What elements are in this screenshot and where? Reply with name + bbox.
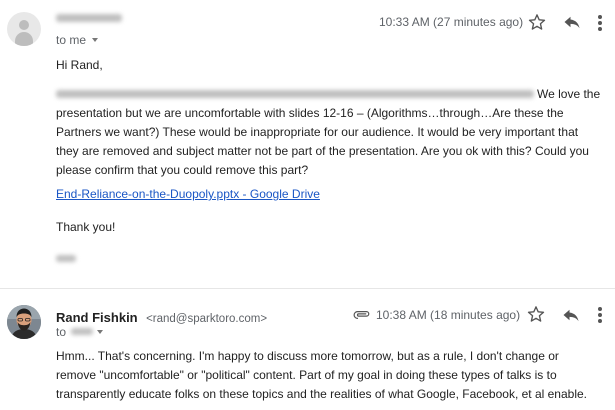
recipient-dropdown-2[interactable]: to — [56, 325, 104, 339]
redacted-recipient — [71, 328, 94, 335]
reply-icon[interactable] — [562, 307, 580, 323]
avatar-body-shape — [15, 32, 33, 46]
drive-file-link[interactable]: End-Reliance-on-the-Duopoly.pptx - Googl… — [56, 187, 320, 201]
reply-icon[interactable] — [563, 14, 581, 30]
message-paragraph: We love the presentation but we are unco… — [56, 87, 601, 177]
closing-text: Thank you! — [56, 220, 116, 234]
attachment-link-row: End-Reliance-on-the-Duopoly.pptx - Googl… — [56, 185, 601, 204]
avatar-photo-icon — [7, 305, 41, 339]
redacted-signature — [56, 255, 76, 262]
star-icon[interactable] — [528, 13, 546, 31]
greeting: Hi Rand, — [56, 58, 103, 72]
attachment-icon — [353, 311, 370, 319]
avatar-head-shape — [19, 20, 29, 30]
chevron-down-icon — [92, 38, 99, 42]
message-body-2: Hmm... That's concerning. I'm happy to d… — [56, 347, 601, 404]
message-divider — [0, 288, 615, 289]
redacted-sender-name — [56, 14, 122, 22]
email-message-1: to me 10:33 AM (27 minutes ago) Hi Rand,… — [0, 0, 615, 288]
message-body: Hi Rand, — [56, 56, 601, 75]
sender-name[interactable]: Rand Fishkin — [56, 310, 138, 325]
message-paragraph-container: We love the presentation but we are unco… — [56, 85, 601, 180]
closing-row: Thank you! — [56, 218, 601, 237]
chevron-down-icon — [97, 330, 104, 334]
avatar-placeholder[interactable] — [7, 12, 41, 46]
star-icon[interactable] — [527, 305, 545, 323]
reply-paragraph: Hmm... That's concerning. I'm happy to d… — [56, 349, 587, 401]
more-vert-icon[interactable] — [597, 306, 603, 324]
message-timestamp-2: 10:38 AM (18 minutes ago) — [376, 308, 521, 322]
more-vert-icon[interactable] — [597, 14, 603, 32]
recipient-label: to me — [56, 33, 87, 47]
message-timestamp: 10:33 AM (27 minutes ago) — [379, 15, 524, 29]
avatar[interactable] — [7, 305, 41, 339]
recipient-dropdown[interactable]: to me — [56, 33, 99, 47]
sender-email: <rand@sparktoro.com> — [146, 313, 268, 325]
recipient-label-2: to — [56, 325, 67, 339]
